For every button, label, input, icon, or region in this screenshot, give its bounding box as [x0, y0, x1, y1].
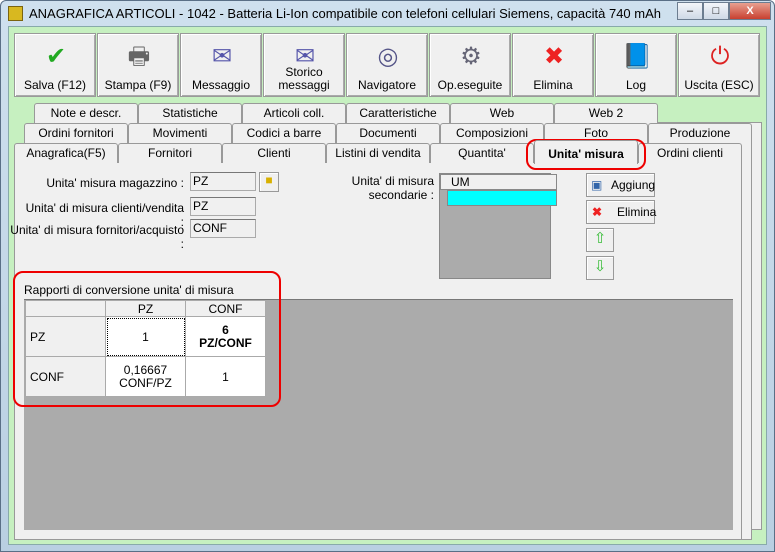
maximize-button[interactable]: □	[703, 2, 729, 20]
tab-articoli-coll[interactable]: Articoli coll.	[242, 103, 346, 123]
toolbar-button-label: Elimina	[533, 78, 573, 92]
tab-web[interactable]: Web	[450, 103, 554, 123]
toolbar-button[interactable]: ◎ Navigatore	[346, 33, 428, 97]
tab-fornitori[interactable]: Fornitori	[118, 143, 222, 163]
tab-statistiche[interactable]: Statistiche	[138, 103, 242, 123]
elimina-label: Elimina	[617, 205, 657, 219]
tab-note-e-descr[interactable]: Note e descr.	[34, 103, 138, 123]
toolbar-button[interactable]: ✉ Messaggio	[180, 33, 262, 97]
highlight-conversion-table	[13, 271, 281, 407]
arrow-down-icon: ⇩	[593, 258, 607, 275]
tab-codici-a-barre[interactable]: Codici a barre	[232, 123, 336, 143]
folder-browse-button[interactable]: ■	[259, 172, 279, 192]
toolbar-button[interactable]: ⚙ Op.eseguite	[429, 33, 511, 97]
printer-icon: 🖶	[127, 43, 151, 70]
delete-icon: ✖	[592, 205, 603, 219]
toolbar-button[interactable]: 📘 Log	[595, 33, 677, 97]
acquisto-field[interactable]: CONF	[190, 219, 256, 238]
secondarie-grid[interactable]: UM	[439, 173, 557, 279]
grid-header-um: UM	[440, 174, 557, 190]
book-search-icon: 📘	[622, 43, 652, 70]
toolbar-button-label: Storico messaggi	[278, 65, 330, 92]
toolbar-button-label: Uscita (ESC)	[684, 78, 754, 92]
toolbar-button[interactable]: 🖶 Stampa (F9)	[97, 33, 179, 97]
tab-listini-di-vendita[interactable]: Listini di vendita	[326, 143, 430, 163]
tab-unita-misura[interactable]: Unita' misura	[534, 140, 638, 164]
tab-ordini-clienti[interactable]: Ordini clienti	[638, 143, 742, 163]
toolbar-button[interactable]: ✉ Storico messaggi	[263, 33, 345, 97]
close-button[interactable]: X	[729, 2, 771, 20]
toolbar-button-label: Stampa (F9)	[104, 78, 172, 92]
check-icon: ✔	[45, 43, 67, 70]
toolbar-button[interactable]: ✖ Elimina	[512, 33, 594, 97]
app-icon	[8, 6, 23, 21]
tab-documenti[interactable]: Documenti	[336, 123, 440, 143]
toolbar-button-label: Salva (F12)	[23, 78, 87, 92]
grid-selected-row[interactable]	[447, 190, 557, 206]
acquisto-label: Unita' di misura fornitori/acquisto :	[10, 223, 184, 251]
add-icon: ▣	[591, 178, 603, 192]
magazzino-label: Unita' misura magazzino :	[46, 176, 184, 190]
tab-movimenti[interactable]: Movimenti	[128, 123, 232, 143]
move-up-button[interactable]: ⇧	[586, 228, 614, 252]
toolbar-button-label: Navigatore	[357, 78, 417, 92]
tab-composizioni[interactable]: Composizioni	[440, 123, 544, 143]
aggiungi-label: Aggiung	[611, 178, 656, 192]
elimina-button[interactable]: ✖ Elimina	[586, 200, 657, 224]
vendita-field[interactable]: PZ	[190, 197, 256, 216]
window-title: ANAGRAFICA ARTICOLI - 1042 - Batteria Li…	[29, 6, 661, 21]
minimize-button[interactable]: ‒	[677, 2, 703, 20]
tab-clienti[interactable]: Clienti	[222, 143, 326, 163]
compass-icon: ◎	[377, 43, 399, 70]
toolbar-button-label: Op.eseguite	[437, 78, 503, 92]
arrow-up-icon: ⇧	[593, 230, 607, 247]
move-down-button[interactable]: ⇩	[586, 256, 614, 280]
secondarie-label: Unita' di misura secondarie :	[351, 174, 434, 202]
tab-produzione[interactable]: Produzione	[648, 123, 752, 143]
tab-caratteristiche[interactable]: Caratteristiche	[346, 103, 450, 123]
magazzino-field[interactable]: PZ	[190, 172, 256, 191]
toolbar-button-label: Messaggio	[191, 78, 251, 92]
delete-x-icon: ✖	[543, 43, 565, 70]
toolbar-button[interactable]: ✔ Salva (F12)	[14, 33, 96, 97]
gear-search-icon: ⚙	[460, 43, 482, 70]
toolbar-button-label: Log	[625, 78, 647, 92]
tab-ordini-fornitori[interactable]: Ordini fornitori	[24, 123, 128, 143]
folder-icon: ■	[265, 173, 273, 187]
toolbar-button[interactable]: ⏻ Uscita (ESC)	[678, 33, 760, 97]
aggiungi-button[interactable]: ▣ Aggiung	[586, 173, 655, 197]
tab-quantita[interactable]: Quantita'	[430, 143, 534, 163]
message-pen-icon: ✉	[211, 43, 233, 70]
tab-web-2[interactable]: Web 2	[554, 103, 658, 123]
power-icon: ⏻	[710, 43, 730, 70]
tab-anagrafica-f5[interactable]: Anagrafica(F5)	[14, 143, 118, 163]
